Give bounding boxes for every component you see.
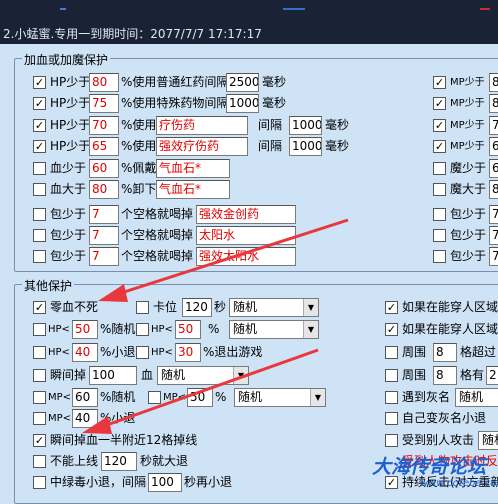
arrow-to-no-die <box>98 218 349 302</box>
annotation-arrows <box>82 218 349 434</box>
arrow-to-instant-half <box>82 348 319 434</box>
